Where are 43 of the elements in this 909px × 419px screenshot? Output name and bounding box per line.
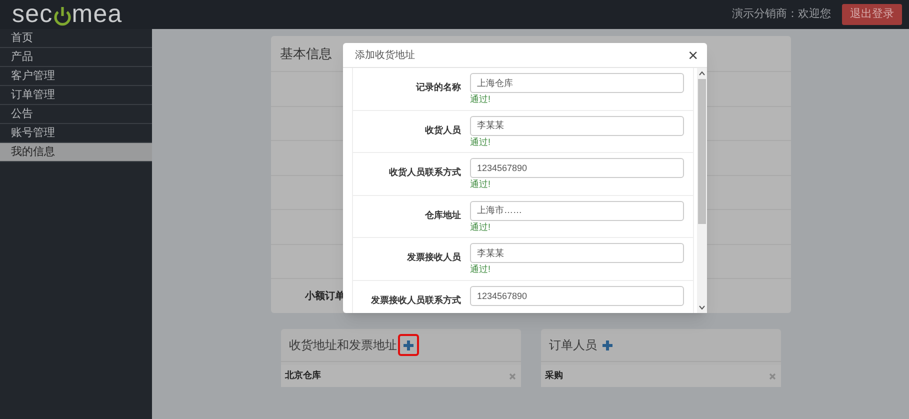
sidebar-item[interactable]: 产品 [0, 48, 152, 67]
input-field[interactable]: 上海仓库 [470, 73, 684, 93]
input-field[interactable]: 1234567890 [470, 286, 684, 306]
input-field[interactable]: 1234567890 [470, 158, 684, 178]
scrollbar[interactable] [697, 68, 707, 313]
field-label: 发票接收人员联系方式 [371, 294, 461, 304]
logo-text: mea [72, 2, 122, 27]
scroll-thumb[interactable] [698, 79, 706, 224]
validation-message: 通过! [470, 136, 492, 148]
panel-title: 收货地址和发票地址 [289, 337, 397, 354]
validation-message: 通过! [470, 179, 492, 190]
power-icon [54, 6, 71, 26]
panel-title: 基本信息 [280, 44, 332, 63]
field-label: 发票接收人员 [407, 252, 461, 262]
item-name: 北京仓库 [285, 369, 321, 382]
field-label: 收货人员联系方式 [389, 167, 461, 177]
input-field[interactable]: 上海市…… [470, 200, 684, 220]
sidebar-item[interactable]: 公告 [0, 105, 152, 124]
sidebar-item[interactable]: 订单管理 [0, 86, 152, 105]
sidebar-item[interactable]: 首页 [0, 29, 152, 48]
remove-icon[interactable] [509, 372, 516, 380]
sidebar-item[interactable]: 我的信息 [0, 143, 152, 162]
validation-message: 通过! [470, 264, 492, 275]
validation-message: 通过! [470, 222, 492, 232]
add-button[interactable] [398, 334, 419, 356]
validation-message: 通过! [470, 94, 492, 105]
modal-title: 添加收货地址 [355, 48, 415, 62]
logo-text: sec [12, 2, 53, 27]
remove-icon[interactable] [769, 372, 776, 380]
sidebar-item[interactable]: 客户管理 [0, 67, 152, 86]
panel-title: 订单人员 [549, 337, 597, 354]
input-field[interactable]: 李某某 [470, 116, 684, 136]
field-label: 仓库地址 [425, 210, 461, 220]
scroll-up-icon[interactable] [699, 71, 705, 76]
field-label: 记录的名称 [416, 82, 461, 92]
plus-icon [403, 340, 414, 350]
close-button[interactable]: × [688, 46, 698, 64]
scroll-down-icon[interactable] [699, 305, 705, 310]
field-label: 收货人员 [425, 124, 461, 134]
plus-icon [602, 340, 612, 350]
input-field[interactable]: 李某某 [470, 243, 684, 263]
welcome-text: 演示分销商：欢迎您 [732, 6, 831, 22]
item-name: 采购 [545, 369, 563, 382]
